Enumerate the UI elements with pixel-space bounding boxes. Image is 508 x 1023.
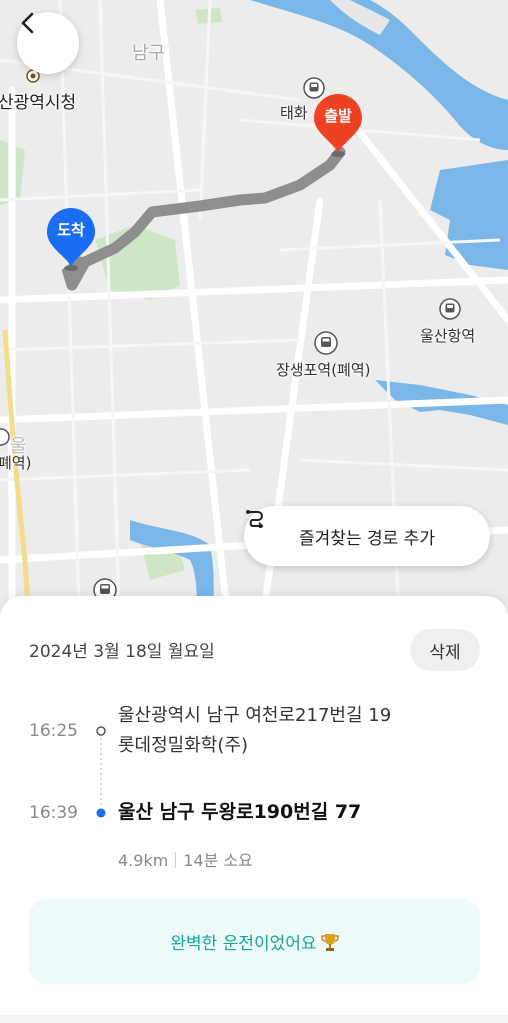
station-label-ulsan-port: 울산항역 — [420, 327, 476, 345]
add-favorite-route-button[interactable]: 즐겨찾는 경로 추가 — [244, 506, 490, 566]
train-icon — [439, 298, 461, 320]
start-address-line1: 울산광역시 남구 여천로217번길 19 — [118, 705, 392, 726]
bottom-divider — [0, 1015, 508, 1023]
start-pin-label: 출발 — [324, 107, 352, 125]
end-pin-marker-icon — [47, 208, 95, 271]
station-label-jangsaengpo: 장생포역(폐역) — [276, 361, 371, 379]
city-hall-label: 산광역시청 — [0, 93, 77, 113]
station-label-taehwa: 태화 — [280, 104, 308, 122]
delete-button[interactable]: 삭제 — [410, 629, 480, 671]
district-label: 남구 — [132, 43, 166, 64]
start-pin[interactable]: 출발 — [310, 94, 366, 160]
chevron-left-icon — [21, 12, 34, 34]
end-time: 16:39 — [29, 803, 78, 823]
trip-distance: 4.9km — [118, 851, 169, 870]
map-partial-label: 울 — [10, 436, 27, 457]
route-swap-icon — [246, 510, 264, 528]
end-pin[interactable]: 도착 — [43, 208, 99, 274]
back-button[interactable] — [17, 12, 79, 74]
trophy-icon — [320, 933, 339, 951]
trip-duration: 14분 소요 — [183, 851, 253, 870]
trip-meta: 4.9km 14분 소요 — [118, 847, 253, 871]
end-pin-label: 도착 — [57, 221, 85, 239]
timeline-connector — [96, 726, 106, 818]
train-icon — [0, 428, 10, 446]
map-view[interactable]: 남구 산광역시청 태화 울산항역 장생포역(폐역) 폐역) 울 출발 도착 즐겨… — [0, 0, 508, 640]
start-pin-marker-icon — [314, 94, 362, 157]
driving-feedback-text: 완벽한 운전이었어요 — [170, 934, 317, 954]
start-address-line2: 롯데정밀화학(주) — [118, 735, 248, 756]
start-time: 16:25 — [29, 721, 78, 741]
trip-date: 2024년 3월 18일 월요일 — [29, 642, 215, 662]
train-icon — [314, 331, 338, 355]
end-address: 울산 남구 두왕로190번길 77 — [118, 801, 362, 823]
add-favorite-route-label: 즐겨찾는 경로 추가 — [299, 528, 435, 549]
trip-detail-sheet: 2024년 3월 18일 월요일 삭제 16:25 울산광역시 남구 여천로21… — [0, 596, 508, 1023]
driving-feedback-banner: 완벽한 운전이었어요 — [29, 899, 480, 984]
